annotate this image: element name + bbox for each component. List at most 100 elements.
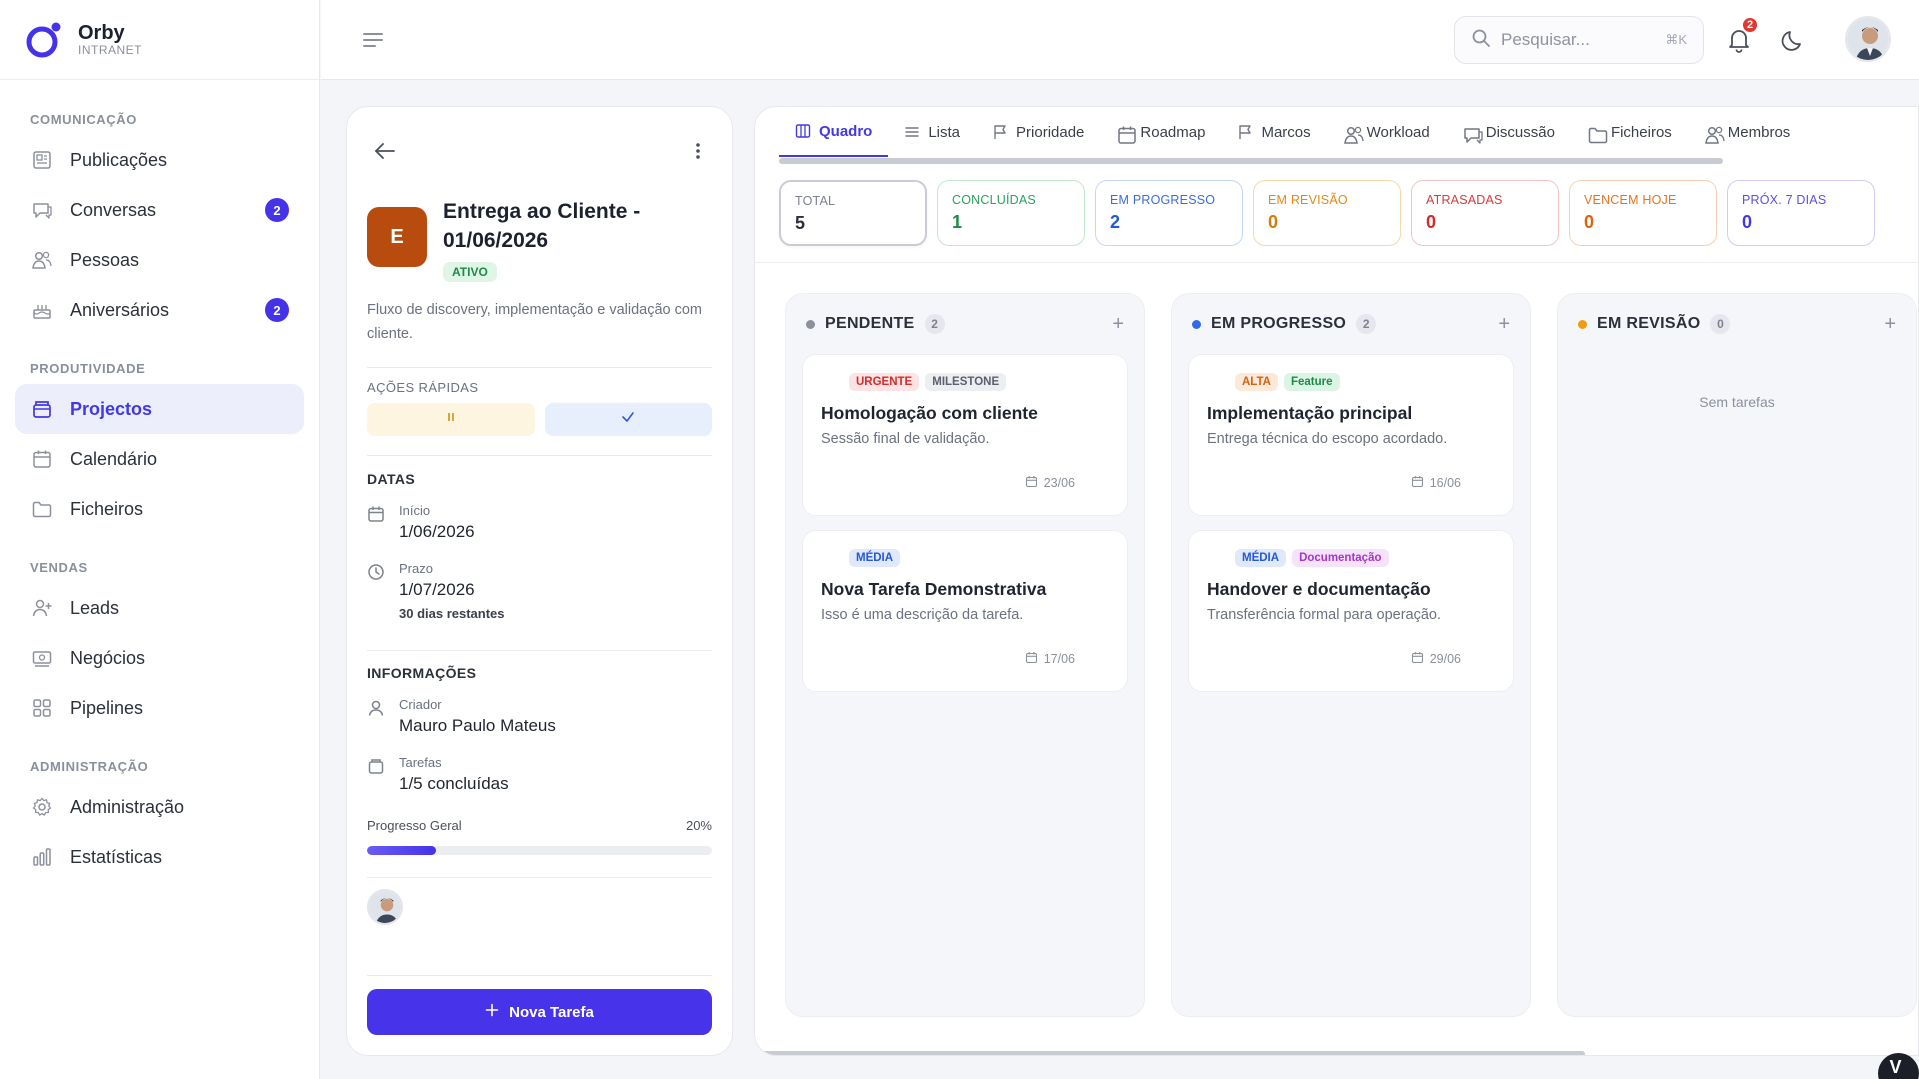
board-horizontal-scrollbar[interactable] bbox=[755, 1051, 1585, 1055]
tag-badge: Feature bbox=[1283, 373, 1340, 391]
tab-scrollbar[interactable] bbox=[779, 158, 1723, 164]
start-date-row: Início 1/06/2026 bbox=[367, 503, 712, 542]
kanban-column: EM REVISÃO 0 + Sem tarefas bbox=[1557, 293, 1917, 1017]
sidebar-item-negocios[interactable]: Negócios bbox=[15, 633, 304, 683]
new-task-label: Nova Tarefa bbox=[509, 1003, 594, 1021]
tab-label: Marcos bbox=[1261, 123, 1311, 141]
member-avatar[interactable] bbox=[367, 889, 403, 925]
stat-card[interactable]: CONCLUÍDAS 1 bbox=[937, 180, 1085, 246]
tab-ficheiros[interactable]: Ficheiros bbox=[1571, 107, 1688, 157]
search-box[interactable]: ⌘K bbox=[1454, 16, 1704, 64]
card-title: Implementação principal bbox=[1207, 403, 1413, 423]
notifications-button[interactable]: 2 bbox=[1725, 16, 1759, 54]
stat-value: 0 bbox=[1268, 212, 1279, 232]
tab-roadmap[interactable]: Roadmap bbox=[1100, 107, 1221, 157]
calendar-icon bbox=[1025, 475, 1038, 491]
sidebar-item-aniversarios[interactable]: Aniversários 2 bbox=[15, 285, 304, 335]
divider bbox=[755, 262, 1918, 263]
tab-workload[interactable]: Workload bbox=[1327, 107, 1446, 157]
menu-toggle-icon[interactable] bbox=[361, 30, 385, 50]
card-tags: ALTA Feature bbox=[1207, 373, 1495, 391]
stat-card[interactable]: EM REVISÃO 0 bbox=[1253, 180, 1401, 246]
add-task-plus-icon[interactable]: + bbox=[1884, 313, 1896, 336]
deadline-row: Prazo 1/07/2026 30 dias restantes bbox=[367, 561, 712, 621]
tab-lista[interactable]: Lista bbox=[888, 107, 976, 157]
stat-card[interactable]: EM PROGRESSO 2 bbox=[1095, 180, 1243, 246]
brand-subtitle: INTRANET bbox=[78, 43, 142, 57]
sidebar-item-calendario[interactable]: Calendário bbox=[15, 434, 304, 484]
sidebar-item-projectos[interactable]: Projectos bbox=[15, 384, 304, 434]
dark-mode-toggle-moon-icon[interactable] bbox=[1780, 26, 1808, 54]
chat-icon bbox=[1462, 124, 1483, 144]
topbar: ⌘K 2 bbox=[321, 0, 1919, 80]
sidebar-item-label: Aniversários bbox=[70, 299, 170, 320]
task-card[interactable]: URGENTE MILESTONE Homologação com cliente… bbox=[802, 354, 1128, 516]
tab-discussao[interactable]: Discussão bbox=[1446, 107, 1571, 157]
sidebar-item-label: Ficheiros bbox=[70, 498, 144, 519]
nav-section-label: VENDAS bbox=[30, 560, 88, 575]
sidebar-item-label: Leads bbox=[70, 597, 120, 618]
sidebar-item-estatisticas[interactable]: Estatísticas bbox=[15, 832, 304, 882]
task-card[interactable]: MÉDIA Documentação Handover e documentaçã… bbox=[1188, 530, 1514, 692]
stat-card[interactable]: PRÓX. 7 DIAS 0 bbox=[1727, 180, 1875, 246]
sidebar-item-conversas[interactable]: Conversas 2 bbox=[15, 185, 304, 235]
sidebar-item-ficheiros[interactable]: Ficheiros bbox=[15, 484, 304, 534]
quick-actions bbox=[367, 403, 712, 436]
start-value: 1/06/2026 bbox=[399, 522, 475, 541]
add-task-plus-icon[interactable]: + bbox=[1498, 313, 1510, 336]
flag-icon bbox=[1237, 124, 1253, 140]
stat-card[interactable]: ATRASADAS 0 bbox=[1411, 180, 1559, 246]
sidebar-item-label: Conversas bbox=[70, 199, 157, 220]
tab-marcos[interactable]: Marcos bbox=[1221, 107, 1326, 157]
card-due-date: 17/06 bbox=[1025, 651, 1075, 667]
card-description: Entrega técnica do escopo acordado. bbox=[1207, 431, 1448, 447]
card-title: Nova Tarefa Demonstrativa bbox=[821, 579, 1047, 599]
sidebar-item-label: Projectos bbox=[70, 398, 153, 419]
sidebar-item-pipelines[interactable]: Pipelines bbox=[15, 683, 304, 733]
stat-card[interactable]: TOTAL 5 bbox=[779, 180, 927, 246]
add-task-plus-icon[interactable]: + bbox=[1112, 313, 1124, 336]
sidebar-item-administracao[interactable]: Administração bbox=[15, 782, 304, 832]
sidebar-item-publicacoes[interactable]: Publicações bbox=[15, 135, 304, 185]
pause-button[interactable] bbox=[367, 403, 535, 436]
divider bbox=[367, 455, 712, 456]
card-due-date: 16/06 bbox=[1411, 475, 1461, 491]
sidebar-item-pessoas[interactable]: Pessoas bbox=[15, 235, 304, 285]
status-badge: ATIVO bbox=[443, 262, 497, 282]
tab-prioridade[interactable]: Prioridade bbox=[976, 107, 1100, 157]
user-avatar[interactable] bbox=[1845, 16, 1891, 62]
folder-icon bbox=[1587, 124, 1608, 144]
count-badge: 2 bbox=[265, 198, 289, 222]
sidebar-item-leads[interactable]: Leads bbox=[15, 583, 304, 633]
tasks-value: 1/5 concluídas bbox=[399, 774, 509, 793]
column-count: 2 bbox=[924, 314, 945, 334]
folder-icon bbox=[30, 497, 54, 521]
calendar-icon bbox=[1411, 651, 1424, 667]
stat-label: VENCEM HOJE bbox=[1584, 193, 1677, 207]
tab-membros[interactable]: Membros bbox=[1688, 107, 1807, 157]
tab-label: Discussão bbox=[1485, 123, 1555, 141]
project-title: Entrega ao Cliente - 01/06/2026 bbox=[443, 200, 641, 252]
due-date-text: 17/06 bbox=[1043, 652, 1075, 666]
status-dot bbox=[1192, 319, 1201, 329]
corner-badge[interactable]: V bbox=[1878, 1053, 1919, 1079]
check-icon bbox=[621, 410, 635, 429]
nav-section-label: PRODUTIVIDADE bbox=[30, 361, 146, 376]
column-title: EM PROGRESSO bbox=[1211, 315, 1347, 332]
money-icon bbox=[30, 646, 54, 670]
nav-section-label: ADMINISTRAÇÃO bbox=[30, 759, 149, 774]
back-arrow-icon[interactable] bbox=[371, 137, 399, 165]
more-options-icon[interactable] bbox=[692, 137, 704, 165]
brand[interactable]: Orby INTRANET bbox=[0, 0, 319, 80]
new-task-button[interactable]: Nova Tarefa bbox=[367, 989, 712, 1035]
search-input[interactable] bbox=[1501, 30, 1651, 50]
stat-card[interactable]: VENCEM HOJE 0 bbox=[1569, 180, 1717, 246]
stat-label: PRÓX. 7 DIAS bbox=[1742, 193, 1827, 207]
complete-button[interactable] bbox=[544, 403, 712, 436]
task-card[interactable]: ALTA Feature Implementação principal Entr… bbox=[1188, 354, 1514, 516]
stat-value: 5 bbox=[795, 213, 806, 233]
tasks-label: Tarefas bbox=[399, 755, 442, 770]
tab-quadro[interactable]: Quadro bbox=[779, 107, 889, 157]
task-card[interactable]: MÉDIA Nova Tarefa Demonstrativa Isso é u… bbox=[802, 530, 1128, 692]
due-date-text: 16/06 bbox=[1429, 476, 1461, 490]
